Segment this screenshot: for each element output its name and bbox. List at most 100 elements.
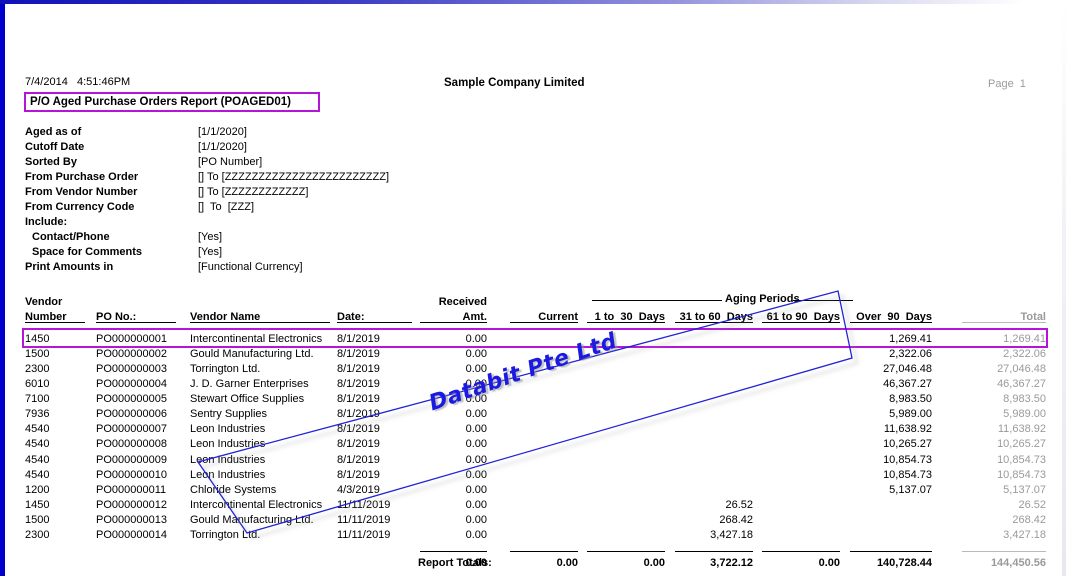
criteria-value-7: [Yes] <box>198 231 223 243</box>
cell-vendor_number: 4540 <box>25 469 50 481</box>
cell-total: 5,137.07 <box>1003 484 1046 496</box>
column-rule <box>962 322 1046 323</box>
cell-received_amt: 0.00 <box>465 438 487 450</box>
cell-received_amt: 0.00 <box>465 499 487 511</box>
column-rule <box>850 551 932 552</box>
cell-received_amt: 0.00 <box>465 423 487 435</box>
criteria-value-9: [Functional Currency] <box>198 261 303 273</box>
criteria-value-4: [] To [ZZZZZZZZZZZZ] <box>198 186 309 198</box>
cell-total: 3,427.18 <box>1003 529 1046 541</box>
criteria-value-0: [1/1/2020] <box>198 126 247 138</box>
column-rule <box>962 551 1046 552</box>
column-rule <box>420 551 487 552</box>
cell-total: 26.52 <box>1018 499 1046 511</box>
report-viewer-window: 7/4/2014 4:51:46PM Sample Company Limite… <box>0 0 1066 576</box>
criteria-value-5: [] To [ZZZ] <box>198 201 255 213</box>
print-datetime: 7/4/2014 4:51:46PM <box>25 76 131 88</box>
cell-vendor_name: Leon Industries <box>190 469 266 481</box>
aging-periods-group-label: Aging Periods <box>725 293 800 305</box>
criteria-label-6: Include: <box>25 216 68 228</box>
cell-total: 10,854.73 <box>997 469 1046 481</box>
company-name: Sample Company Limited <box>444 77 585 89</box>
cell-total: 5,989.00 <box>1003 408 1046 420</box>
page-title: P/O Aged Purchase Orders Report (POAGED0… <box>30 96 291 108</box>
cell-vendor_name: Torrington Ltd. <box>190 363 261 375</box>
cell-vendor_number: 1500 <box>25 348 50 360</box>
cell-d31_60: 26.52 <box>725 499 753 511</box>
cell-vendor_number: 1450 <box>25 499 50 511</box>
cell-total: 268.42 <box>1012 514 1046 526</box>
criteria-label-3: From Purchase Order <box>25 171 139 183</box>
cell-po_no: PO000000008 <box>96 438 167 450</box>
window-right-border <box>1062 4 1066 576</box>
criteria-value-1: [1/1/2020] <box>198 141 247 153</box>
cell-total: 11,638.92 <box>997 423 1046 435</box>
cell-po_no: PO000000011 <box>96 484 167 496</box>
cell-vendor_name: Torrington Ltd. <box>190 529 261 541</box>
cell-vendor_name: Leon Industries <box>190 454 266 466</box>
criteria-label-9: Print Amounts in <box>25 261 114 273</box>
cell-total: 46,367.27 <box>997 378 1046 390</box>
cell-vendor_number: 4540 <box>25 438 50 450</box>
cell-po_no: PO000000007 <box>96 423 167 435</box>
cell-po_no: PO000000009 <box>96 454 167 466</box>
column-rule <box>510 551 578 552</box>
criteria-value-3: [] To [ZZZZZZZZZZZZZZZZZZZZZZZZ] <box>198 171 390 183</box>
col-header-received_amt-line1: Received <box>438 296 487 308</box>
criteria-label-2: Sorted By <box>25 156 77 168</box>
cell-vendor_name: Sentry Supplies <box>190 408 268 420</box>
cell-received_amt: 0.00 <box>465 529 487 541</box>
cell-po_no: PO000000004 <box>96 378 167 390</box>
column-rule <box>793 300 853 301</box>
cell-received_amt: 0.00 <box>465 393 487 405</box>
cell-total: 8,983.50 <box>1003 393 1046 405</box>
cell-vendor_name: Leon Industries <box>190 423 266 435</box>
cell-vendor_number: 1200 <box>25 484 50 496</box>
cell-po_no: PO000000005 <box>96 393 167 405</box>
criteria-label-5: From Currency Code <box>25 201 135 213</box>
criteria-label-8: Space for Comments <box>32 246 143 258</box>
column-rule <box>762 551 840 552</box>
cell-po_no: PO000000002 <box>96 348 167 360</box>
cell-vendor_number: 7936 <box>25 408 50 420</box>
cell-vendor_number: 7100 <box>25 393 50 405</box>
cell-received_amt: 0.00 <box>465 484 487 496</box>
cell-vendor_number: 4540 <box>25 423 50 435</box>
criteria-value-8: [Yes] <box>198 246 223 258</box>
cell-po_no: PO000000014 <box>96 529 167 541</box>
cell-po_no: PO000000006 <box>96 408 167 420</box>
cell-po_no: PO000000012 <box>96 499 167 511</box>
cell-total: 2,322.06 <box>1003 348 1046 360</box>
cell-vendor_name: Leon Industries <box>190 438 266 450</box>
cell-total: 10,854.73 <box>997 454 1046 466</box>
column-rule <box>675 551 753 552</box>
cell-vendor_number: 6010 <box>25 378 50 390</box>
column-rule <box>587 551 665 552</box>
cell-d31_60: 3,427.18 <box>710 529 753 541</box>
page-number: Page 1 <box>988 78 1026 90</box>
report-total-total: 144,450.56 <box>990 557 1046 569</box>
criteria-label-4: From Vendor Number <box>25 186 138 198</box>
selected-row-highlight-box[interactable] <box>22 328 1048 348</box>
cell-received_amt: 0.00 <box>465 348 487 360</box>
cell-po_no: PO000000013 <box>96 514 167 526</box>
cell-vendor_number: 2300 <box>25 363 50 375</box>
col-header-vendor_number-line1: Vendor <box>25 296 63 308</box>
criteria-label-1: Cutoff Date <box>25 141 85 153</box>
cell-received_amt: 0.00 <box>465 514 487 526</box>
cell-received_amt: 0.00 <box>465 363 487 375</box>
cell-vendor_number: 4540 <box>25 454 50 466</box>
cell-received_amt: 0.00 <box>465 469 487 481</box>
cell-received_amt: 0.00 <box>465 378 487 390</box>
column-rule <box>592 300 722 301</box>
cell-total: 10,265.27 <box>997 438 1046 450</box>
cell-vendor_number: 1500 <box>25 514 50 526</box>
cell-total: 27,046.48 <box>997 363 1046 375</box>
column-rule <box>25 322 85 323</box>
cell-po_no: PO000000010 <box>96 469 167 481</box>
criteria-value-2: [PO Number] <box>198 156 263 168</box>
cell-vendor_number: 2300 <box>25 529 50 541</box>
cell-received_amt: 0.00 <box>465 454 487 466</box>
cell-received_amt: 0.00 <box>465 408 487 420</box>
cell-po_no: PO000000003 <box>96 363 167 375</box>
